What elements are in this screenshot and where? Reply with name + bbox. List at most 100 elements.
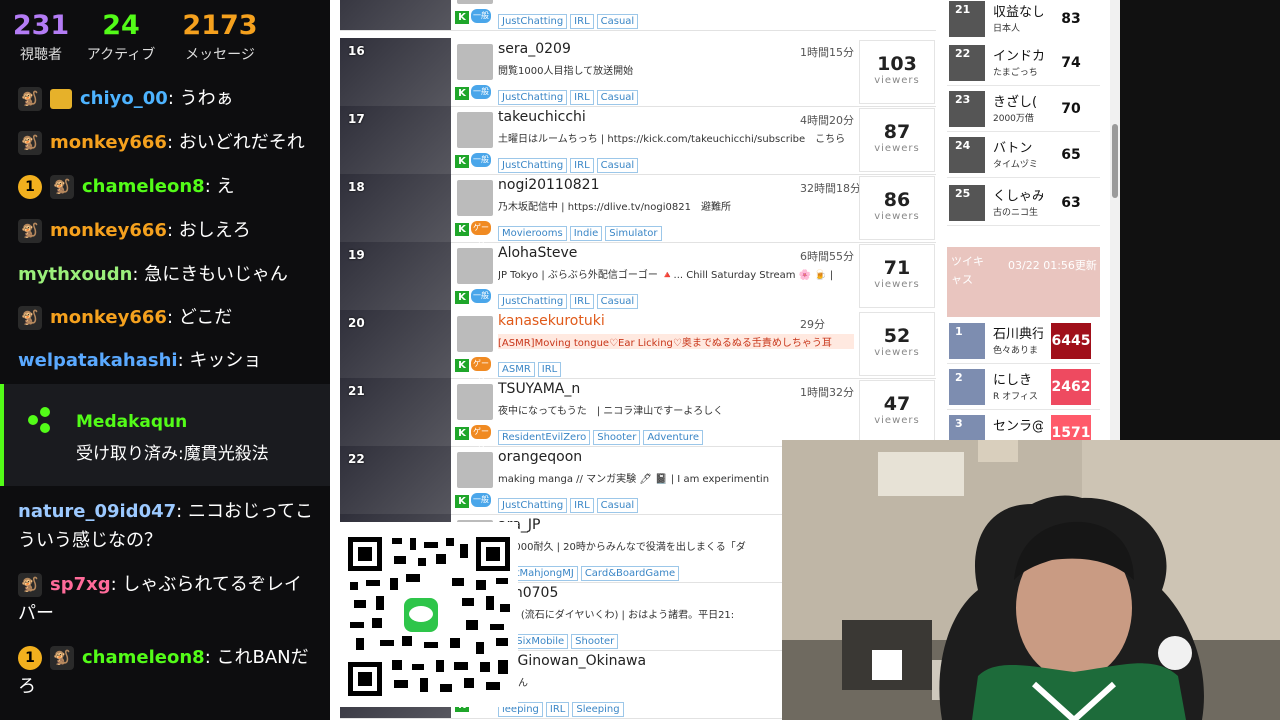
stream-tag[interactable]: Movierooms bbox=[498, 226, 567, 241]
streamer-avatar[interactable] bbox=[457, 248, 493, 284]
sub-username[interactable]: Medakaqun bbox=[76, 412, 187, 432]
stream-tag[interactable]: Indie bbox=[569, 226, 603, 241]
side-avatar[interactable]: 23 bbox=[949, 91, 985, 127]
stream-row[interactable]: 18 K ゲーム nogi20110821 乃木坂配信中 | https://dlive… bbox=[340, 174, 936, 246]
side-avatar[interactable]: 25 bbox=[949, 185, 985, 221]
stream-tag[interactable]: Simulator bbox=[605, 226, 662, 241]
streamer-name[interactable]: sera_0209 bbox=[498, 41, 571, 57]
stream-tag[interactable]: Casual bbox=[596, 158, 639, 173]
side-avatar[interactable]: 22 bbox=[949, 45, 985, 81]
chat-username[interactable]: monkey666 bbox=[50, 220, 167, 241]
stream-tag[interactable]: IRL bbox=[570, 158, 594, 173]
kick-icon: K bbox=[455, 155, 469, 168]
twicas-ranking-row[interactable]: 1 石川典行 色々ありま 6445 bbox=[947, 319, 1100, 364]
stream-row[interactable]: K一般 う生放送 一 輪退 JustChattingIRLCasual bbox=[340, 0, 936, 31]
side-ranking-row[interactable]: 24 バトン タイムヅミ 65 bbox=[947, 133, 1100, 178]
streamer-avatar[interactable] bbox=[457, 0, 493, 4]
streamer-name[interactable]: nogi20110821 bbox=[498, 177, 599, 193]
chat-username[interactable]: mythxoudn bbox=[18, 264, 132, 285]
twicas-avatar[interactable]: 1 bbox=[949, 323, 985, 359]
stream-row[interactable]: 16 K 一般 sera_0209 閲覧1000人目指して放送開始 1時間15分 JustC… bbox=[340, 38, 936, 107]
streamer-name[interactable]: takeuchicchi bbox=[498, 109, 586, 125]
stream-thumbnail[interactable]: 20 bbox=[340, 310, 451, 378]
streamer-avatar[interactable] bbox=[457, 452, 493, 488]
stream-tag[interactable]: ASMR bbox=[498, 362, 535, 377]
stream-thumbnail[interactable]: 18 bbox=[340, 174, 451, 242]
stream-tag[interactable]: Shooter bbox=[593, 430, 641, 445]
stream-row[interactable]: 17 K 一般 takeuchicchi 土曜日はルームちっち | https://ki… bbox=[340, 106, 936, 175]
stream-tag[interactable]: JustChatting bbox=[498, 294, 568, 309]
twicas-title[interactable]: ツイキャス bbox=[951, 253, 991, 289]
stream-tag[interactable]: IRL bbox=[545, 702, 570, 717]
stream-tag[interactable]: Casual bbox=[596, 14, 639, 29]
stream-tag[interactable]: JustChatting bbox=[498, 14, 568, 29]
side-name[interactable]: 収益なし bbox=[993, 1, 1043, 20]
stream-thumbnail[interactable] bbox=[340, 0, 451, 30]
stream-thumbnail[interactable]: 19 bbox=[340, 242, 451, 310]
streamer-name[interactable]: el_Ginowan_Okinawa bbox=[498, 653, 646, 669]
stream-tag[interactable]: IRL bbox=[570, 90, 594, 105]
chat-username[interactable]: chiyo_00 bbox=[80, 88, 168, 109]
stream-row[interactable]: 19 K 一般 AlohaSteve JP Tokyo | ぶらぶら外配信ゴーゴー 🔺.… bbox=[340, 242, 936, 311]
chat-username[interactable]: welpatakahashi bbox=[18, 350, 178, 371]
stream-tag[interactable]: ResidentEvilZero bbox=[498, 430, 591, 445]
streamer-name[interactable]: TSUYAMA_n bbox=[498, 381, 580, 397]
side-name[interactable]: バトン bbox=[993, 137, 1043, 156]
stream-tag[interactable]: Casual bbox=[596, 498, 639, 513]
stream-title: 閲覧1000人目指して放送開始 bbox=[498, 66, 634, 77]
chat-username[interactable]: chameleon8 bbox=[82, 647, 205, 668]
streamer-avatar[interactable] bbox=[457, 112, 493, 148]
stream-thumbnail[interactable]: 17 bbox=[340, 106, 451, 174]
side-ranking-row[interactable]: 21 収益なし 日本人 83 bbox=[947, 0, 1100, 42]
chat-username[interactable]: monkey666 bbox=[50, 132, 167, 153]
level-badge-icon: 1 bbox=[18, 646, 42, 670]
scrollbar-thumb[interactable] bbox=[1112, 124, 1118, 198]
side-name[interactable]: インドカ bbox=[993, 45, 1043, 64]
stream-tag[interactable]: IRL bbox=[537, 362, 562, 377]
stream-row[interactable]: 20 K ゲーム kanasekurotuki [ASMR]Moving tongue♡… bbox=[340, 310, 936, 382]
stream-tag[interactable]: IRL bbox=[570, 14, 594, 29]
stream-tag[interactable]: Sleeping bbox=[572, 702, 624, 717]
side-ranking-row[interactable]: 25 くしゃみ 古のニコ生 63 bbox=[947, 181, 1100, 226]
sub-text: 受け取り済み:魔貫光殺法 bbox=[76, 444, 269, 464]
streamer-avatar[interactable] bbox=[457, 44, 493, 80]
chat-username[interactable]: chameleon8 bbox=[82, 176, 205, 197]
stream-tag[interactable]: JustChatting bbox=[498, 90, 568, 105]
side-avatar[interactable]: 24 bbox=[949, 137, 985, 173]
stream-tag[interactable]: Adventure bbox=[643, 430, 704, 445]
side-ranking-row[interactable]: 23 きざし(2000万借 70 bbox=[947, 87, 1100, 132]
chat-username[interactable]: monkey666 bbox=[50, 307, 167, 328]
gift-badge-icon bbox=[50, 89, 72, 109]
twicas-name[interactable]: センラ@ bbox=[993, 415, 1043, 434]
twicas-avatar[interactable]: 2 bbox=[949, 369, 985, 405]
stream-tag[interactable]: Casual bbox=[596, 90, 639, 105]
twicas-ranking-row[interactable]: 2 にしき R オフィス 2462 bbox=[947, 365, 1100, 410]
stream-thumbnail[interactable]: 22 bbox=[340, 446, 451, 514]
side-avatar[interactable]: 21 bbox=[949, 1, 985, 37]
twicas-name[interactable]: 石川典行 bbox=[993, 323, 1043, 342]
streamer-name[interactable]: kanasekurotuki bbox=[498, 313, 605, 329]
stream-thumbnail[interactable]: 21 bbox=[340, 378, 451, 446]
stream-tag[interactable]: Shooter bbox=[571, 634, 619, 649]
chat-message: mythxoudn: 急にきもいじゃん bbox=[0, 260, 330, 289]
side-name[interactable]: くしゃみ bbox=[993, 185, 1043, 204]
streamer-avatar[interactable] bbox=[457, 384, 493, 420]
streamer-name[interactable]: orangeqoon bbox=[498, 449, 582, 465]
chat-username[interactable]: sp7xg bbox=[50, 574, 111, 595]
side-ranking-row[interactable]: 22 インドカ たまごっち 74 bbox=[947, 41, 1100, 86]
twicas-name[interactable]: にしき bbox=[993, 369, 1043, 388]
chat-username[interactable]: nature_09id047 bbox=[18, 501, 176, 522]
streamer-avatar[interactable] bbox=[457, 316, 493, 352]
stream-tag[interactable]: JustChatting bbox=[498, 158, 568, 173]
streamer-name[interactable]: AlohaSteve bbox=[498, 245, 577, 261]
stream-tag[interactable]: Casual bbox=[596, 294, 639, 309]
stream-row[interactable]: 21 K ゲーム TSUYAMA_n 夜中になってもうた | ニコラ津山ですーよろしく 1… bbox=[340, 378, 936, 450]
stream-tag[interactable]: JustChatting bbox=[498, 498, 568, 513]
monkey-badge-icon: 🐒 bbox=[18, 87, 42, 111]
stream-tag[interactable]: IRL bbox=[570, 294, 594, 309]
side-name[interactable]: きざし( bbox=[993, 91, 1043, 110]
stream-thumbnail[interactable]: 16 bbox=[340, 38, 451, 106]
stream-tag[interactable]: Card&BoardGame bbox=[580, 566, 680, 581]
stream-tag[interactable]: IRL bbox=[570, 498, 594, 513]
streamer-avatar[interactable] bbox=[457, 180, 493, 216]
